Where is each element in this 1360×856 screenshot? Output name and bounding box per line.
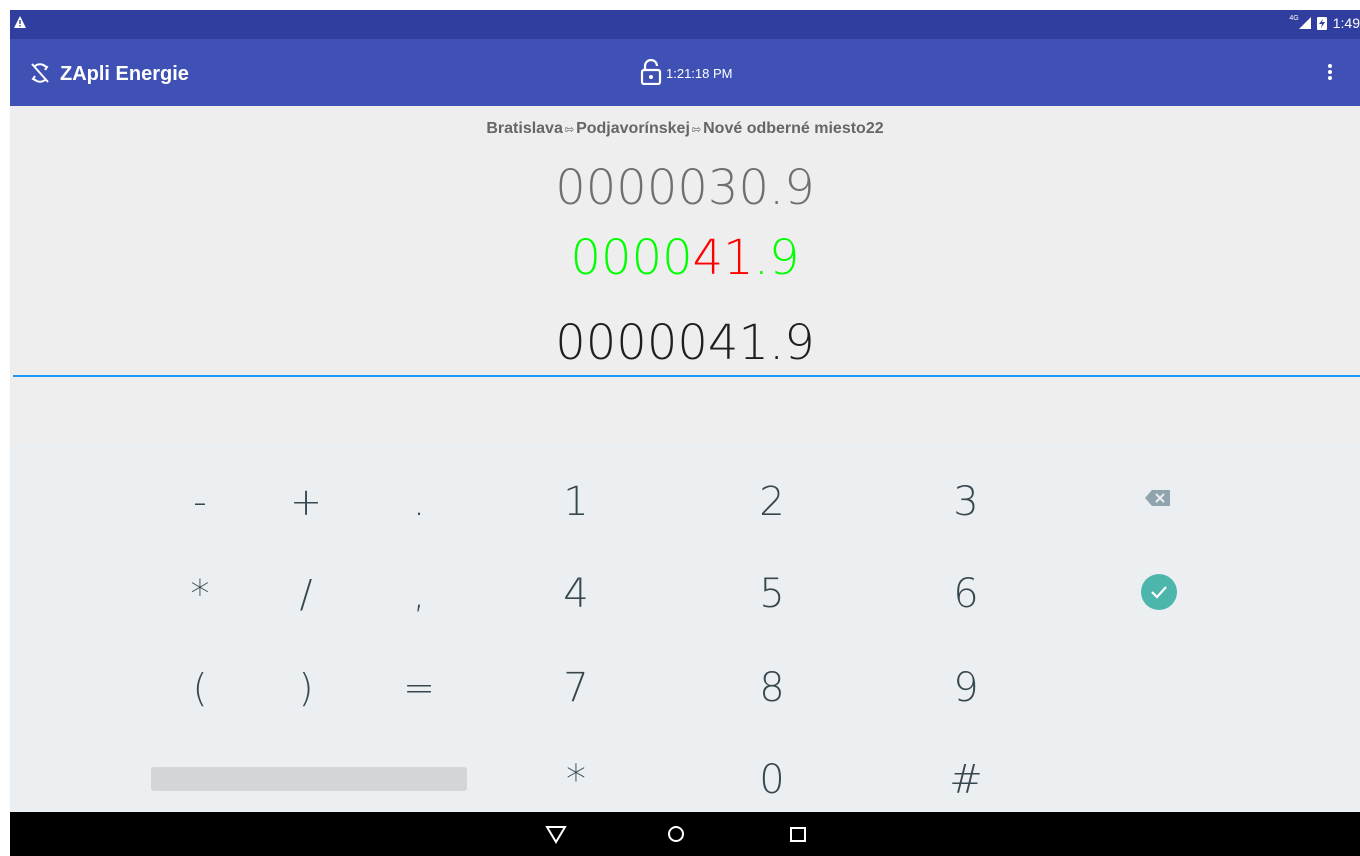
current-reading: 000041.9: [10, 230, 1360, 286]
location-breadcrumb: Bratislava ⇰ Podjavorínskej ⇰ Nové odberné m…: [10, 120, 1360, 138]
unlock-icon[interactable]: [640, 59, 662, 85]
key-plus[interactable]: +: [266, 480, 346, 524]
key-6[interactable]: 6: [926, 572, 1006, 616]
done-check-icon[interactable]: [1141, 574, 1177, 610]
key-slash[interactable]: /: [266, 572, 346, 616]
reading-input[interactable]: 0000041.9: [10, 315, 1360, 371]
status-clock: 1:49: [1332, 15, 1360, 31]
key-close-paren[interactable]: ): [266, 666, 346, 710]
key-asterisk[interactable]: *: [160, 572, 240, 616]
network-type: 4G: [1289, 14, 1299, 22]
key-9[interactable]: 9: [926, 666, 1006, 710]
backspace-icon[interactable]: [1145, 489, 1171, 507]
breadcrumb-street: Podjavorínskej: [576, 120, 690, 137]
breadcrumb-separator-icon: ⇰: [564, 124, 575, 136]
numeric-keyboard: - + . 1 2 3 * / , 4 5 6 ( ) = 7 8 9 * 0 …: [10, 444, 1360, 812]
navigation-bar: [10, 812, 1360, 856]
key-8[interactable]: 8: [732, 666, 812, 710]
recents-icon[interactable]: [789, 824, 807, 844]
battery-charging-icon: [1316, 17, 1327, 30]
device-screen: 4G 1:49 ZApli Energie 1:21:18 PM Bratisl…: [10, 10, 1360, 812]
key-star[interactable]: *: [536, 758, 616, 802]
key-open-paren[interactable]: (: [160, 666, 240, 710]
app-title: ZApli Energie: [60, 63, 189, 85]
key-period[interactable]: .: [379, 480, 459, 524]
space-key[interactable]: [151, 767, 467, 791]
key-0[interactable]: 0: [732, 758, 812, 802]
back-icon[interactable]: [545, 824, 567, 844]
warning-icon: [14, 16, 26, 28]
key-2[interactable]: 2: [732, 480, 812, 524]
home-icon[interactable]: [666, 824, 686, 844]
key-minus[interactable]: -: [160, 480, 240, 524]
breadcrumb-city: Bratislava: [486, 120, 563, 137]
breadcrumb-meter-point: Nové odberné miesto22: [703, 120, 884, 137]
key-1[interactable]: 1: [536, 480, 616, 524]
key-hash[interactable]: #: [926, 758, 1006, 802]
current-reading-suffix: .9: [753, 230, 800, 286]
signal-icon: [1298, 17, 1311, 29]
key-3[interactable]: 3: [926, 480, 1006, 524]
key-4[interactable]: 4: [536, 572, 616, 616]
overflow-menu-icon[interactable]: [1322, 60, 1338, 84]
key-equals[interactable]: =: [379, 666, 459, 710]
key-5[interactable]: 5: [732, 572, 812, 616]
key-comma[interactable]: ,: [379, 572, 459, 616]
input-underline: [13, 375, 1360, 377]
breadcrumb-separator-icon: ⇰: [691, 124, 702, 136]
sync-disabled-icon[interactable]: [28, 63, 52, 83]
previous-reading: 0000030.9: [555, 160, 815, 216]
current-reading-prefix: 0000: [570, 230, 693, 286]
app-bar: ZApli Energie 1:21:18 PM: [10, 39, 1360, 106]
session-time: 1:21:18 PM: [666, 66, 733, 81]
key-7[interactable]: 7: [536, 666, 616, 710]
current-reading-changed-digits: 41: [692, 230, 754, 286]
status-bar: 4G 1:49: [10, 10, 1360, 39]
